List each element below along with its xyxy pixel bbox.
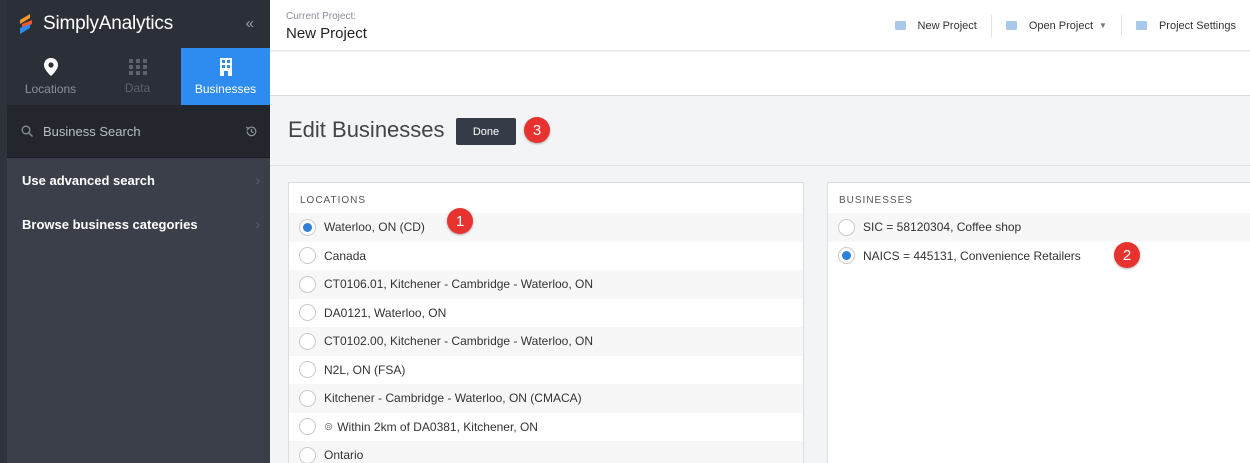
advanced-search-link[interactable]: Use advanced search › xyxy=(7,158,270,202)
location-row[interactable]: CT0102.00, Kitchener - Cambridge - Water… xyxy=(289,327,803,356)
callout-badge: 1 xyxy=(447,208,473,234)
brand-bar: SimplyAnalytics « xyxy=(7,0,270,48)
current-project-label: Current Project: xyxy=(286,11,357,22)
business-radio[interactable] xyxy=(838,218,855,236)
locations-heading: LOCATIONS xyxy=(300,195,367,206)
sidebar: SimplyAnalytics « Locations Data Busines… xyxy=(0,0,270,463)
edit-businesses-view: Edit Businesses Done 3 LOCATIONS Waterlo… xyxy=(270,97,1250,463)
location-row[interactable]: Canada xyxy=(289,242,803,271)
logo-icon xyxy=(20,14,32,34)
project-name: New Project xyxy=(286,25,367,42)
location-label: N2L, ON (FSA) xyxy=(324,362,406,377)
project-settings-label: Project Settings xyxy=(1158,19,1236,32)
businesses-heading: BUSINESSES xyxy=(839,195,913,206)
divider xyxy=(270,165,1250,166)
project-settings-button[interactable]: Project Settings xyxy=(1120,14,1250,37)
open-project-label: Open Project xyxy=(1028,19,1094,32)
grid-icon xyxy=(128,58,147,75)
browse-categories-label: Browse business categories xyxy=(22,216,198,232)
tab-data-label: Data xyxy=(124,80,151,95)
tab-businesses[interactable]: Businesses xyxy=(181,48,270,105)
project-actions: New Project Open Project ▼ Project Setti… xyxy=(881,0,1250,51)
history-icon[interactable] xyxy=(245,125,258,138)
new-folder-icon xyxy=(894,21,906,30)
location-radio[interactable] xyxy=(299,218,316,236)
advanced-search-label: Use advanced search xyxy=(22,172,155,188)
business-row[interactable]: SIC = 58120304, Coffee shop xyxy=(828,213,1250,242)
location-label: Kitchener - Cambridge - Waterloo, ON (CM… xyxy=(324,391,582,406)
page-title: Edit Businesses xyxy=(288,117,445,142)
location-radio[interactable] xyxy=(299,389,316,407)
business-row[interactable]: NAICS = 445131, Convenience Retailers xyxy=(828,242,1250,271)
business-radio[interactable] xyxy=(838,247,855,265)
callout-badge: 2 xyxy=(1114,242,1140,268)
browse-categories-link[interactable]: Browse business categories › xyxy=(7,202,270,246)
settings-folder-icon xyxy=(1135,21,1147,30)
tab-businesses-label: Businesses xyxy=(194,81,257,96)
building-icon xyxy=(219,57,232,76)
tab-data[interactable]: Data xyxy=(94,48,181,105)
location-radio[interactable] xyxy=(299,304,316,322)
location-radio[interactable] xyxy=(299,332,316,350)
location-row[interactable]: DA0121, Waterloo, ON xyxy=(289,299,803,328)
location-row[interactable]: ⊚ Within 2km of DA0381, Kitchener, ON xyxy=(289,413,803,442)
callout-badge: 3 xyxy=(524,117,550,143)
app-name: SimplyAnalytics xyxy=(43,13,174,34)
location-row[interactable]: Waterloo, ON (CD) xyxy=(289,213,803,242)
location-row[interactable]: CT0106.01, Kitchener - Cambridge - Water… xyxy=(289,270,803,299)
new-project-button[interactable]: New Project xyxy=(881,15,991,37)
businesses-panel: BUSINESSES SIC = 58120304, Coffee shop NA… xyxy=(827,182,1250,463)
nav-tabs: Locations Data Businesses xyxy=(7,48,270,105)
businesses-list: SIC = 58120304, Coffee shop NAICS = 44513… xyxy=(828,213,1250,270)
folder-icon xyxy=(1005,21,1017,30)
location-label: Ontario xyxy=(324,448,364,463)
tab-locations-label: Locations xyxy=(24,81,77,96)
done-button[interactable]: Done xyxy=(456,118,516,145)
location-row[interactable]: Ontario xyxy=(289,441,803,463)
location-radio[interactable] xyxy=(299,446,316,463)
location-radio[interactable] xyxy=(299,275,316,293)
location-label: Canada xyxy=(324,248,367,263)
location-label: Waterloo, ON (CD) xyxy=(324,220,425,235)
locations-list: Waterloo, ON (CD) Canada CT0106.01, Kitche… xyxy=(289,213,803,463)
location-label: Within 2km of DA0381, Kitchener, ON xyxy=(337,419,538,434)
location-row[interactable]: Kitchener - Cambridge - Waterloo, ON (CM… xyxy=(289,384,803,413)
business-label: SIC = 58120304, Coffee shop xyxy=(863,220,1022,235)
location-row[interactable]: N2L, ON (FSA) xyxy=(289,356,803,385)
location-radio[interactable] xyxy=(299,361,316,379)
map-pin-icon xyxy=(43,57,58,76)
search-icon xyxy=(21,125,33,137)
business-label: NAICS = 445131, Convenience Retailers xyxy=(863,248,1081,263)
chevron-right-icon: › xyxy=(255,172,260,188)
location-label: CT0106.01, Kitchener - Cambridge - Water… xyxy=(324,277,593,292)
location-radio[interactable] xyxy=(299,418,316,436)
caret-down-icon: ▼ xyxy=(1099,21,1107,30)
location-label: DA0121, Waterloo, ON xyxy=(324,305,447,320)
top-bar: Current Project: New Project New Project… xyxy=(270,0,1250,51)
business-search-input[interactable]: Business Search xyxy=(7,105,270,158)
new-project-label: New Project xyxy=(917,19,977,32)
location-label: CT0102.00, Kitchener - Cambridge - Water… xyxy=(324,334,593,349)
location-radio[interactable] xyxy=(299,247,316,265)
search-placeholder: Business Search xyxy=(43,123,141,139)
toolbar-strip xyxy=(270,52,1250,96)
open-project-button[interactable]: Open Project ▼ xyxy=(990,14,1121,37)
location-pin-icon: ⊚ xyxy=(324,421,334,434)
chevron-right-icon: › xyxy=(255,216,260,232)
locations-panel: LOCATIONS Waterloo, ON (CD) Canada CT0106.… xyxy=(288,182,804,463)
collapse-sidebar-icon[interactable]: « xyxy=(246,15,254,32)
tab-locations[interactable]: Locations xyxy=(7,48,94,105)
